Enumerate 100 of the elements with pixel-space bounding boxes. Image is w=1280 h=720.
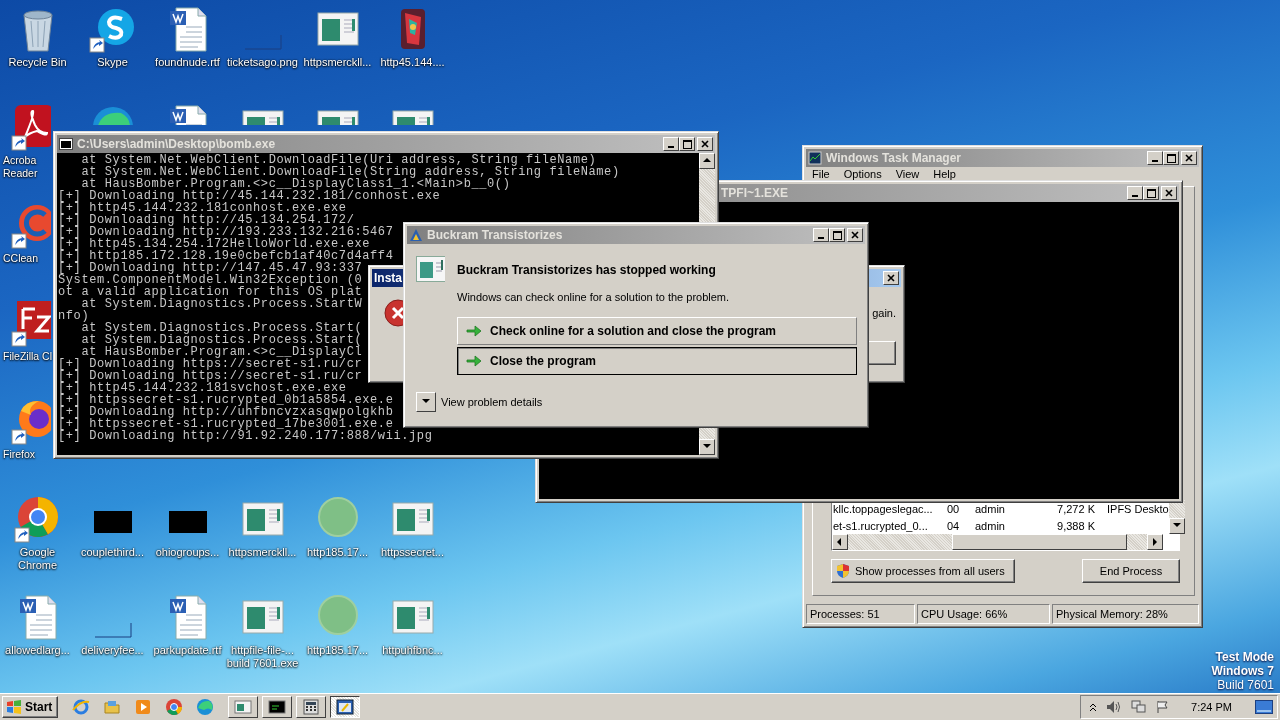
console-line: nfo)	[58, 310, 90, 322]
task-manager-icon	[302, 698, 321, 716]
desktop-icon-label[interactable]: Recycle Bin	[8, 56, 67, 69]
desktop-icon-label[interactable]: Firefox	[0, 448, 36, 461]
right-arrow-icon	[1150, 537, 1160, 547]
desktop-icon-label[interactable]: FileZilla Cl	[0, 350, 52, 363]
menu-item[interactable]: Help	[933, 168, 956, 181]
scroll-up-button[interactable]	[699, 153, 715, 169]
ftp-app-icon[interactable]	[11, 299, 51, 347]
browser-icon[interactable]	[165, 698, 184, 716]
scroll-down-button[interactable]	[699, 439, 715, 455]
console-line: [+] Downloading http://uhfbncvzxasqwpolgkhb	[58, 406, 394, 418]
console-line: [+] http185.172.128.19e0cbefcb1af40c7d4aff4	[58, 250, 394, 262]
console-line: [+] http45.134.254.172HelloWorld.exe.exe	[58, 238, 371, 250]
maximize-button[interactable]	[1143, 186, 1159, 200]
close-icon	[851, 231, 859, 239]
close-icon	[1185, 154, 1193, 162]
table-cell-text: 00	[947, 502, 961, 515]
menu-item[interactable]: Options	[843, 168, 882, 181]
pdf-reader-icon[interactable]	[11, 103, 51, 151]
minimize-button[interactable]	[663, 137, 679, 151]
console-line: [+] Downloading http://193.233.132.216:5467	[58, 226, 394, 238]
console-line: [+] Downloading http://45.144.232.181/conhost.exe	[58, 190, 441, 202]
menu-item[interactable]: File	[812, 168, 830, 181]
scroll-left-button[interactable]	[832, 534, 848, 550]
chevron-up-icon[interactable]	[1089, 702, 1098, 712]
table-cell-text: kllc.toppageslegac...	[833, 502, 934, 515]
desktop-icon-label[interactable]: Skype	[97, 56, 128, 69]
desktop-icon-label[interactable]: Acroba Reader	[0, 154, 38, 180]
close-icon	[1165, 189, 1173, 197]
speaker-icon[interactable]	[1106, 700, 1123, 714]
horizontal-scrollbar[interactable]	[832, 534, 1163, 550]
console-line: at System.Diagnostics.Process.Start(	[81, 322, 363, 334]
os-watermark-text: Test Mode	[1215, 650, 1274, 664]
console-line: at HausBomber.Program.<>c__DisplayCl	[80, 346, 363, 358]
close-button[interactable]	[1161, 186, 1177, 200]
details-toggle-button[interactable]	[416, 392, 436, 412]
command-link-button[interactable]: Check online for a solution and close the program	[457, 317, 857, 345]
network-icon[interactable]	[1131, 700, 1148, 714]
console-line: [+] Downloading http://147.45.47.93:337	[58, 262, 363, 274]
taskbar-button[interactable]	[330, 696, 361, 718]
maximize-button[interactable]	[679, 137, 695, 151]
app-icon	[409, 228, 423, 242]
maximize-icon	[1166, 153, 1176, 163]
minimize-button[interactable]	[1147, 151, 1163, 165]
app-window-icon	[234, 698, 253, 716]
console-line: [+] httpssecret-s1.rucrypted_17be3001.exe.e	[58, 418, 394, 430]
task-manager-icon	[808, 151, 822, 165]
close-icon	[701, 140, 709, 148]
minimize-button[interactable]	[813, 228, 829, 242]
console-line: [+] Downloading https://secret-s1.ru/cr	[58, 358, 363, 370]
maximize-icon	[832, 230, 842, 240]
shield-icon	[836, 563, 850, 579]
window-title: Buckram Transistorizes	[427, 228, 564, 242]
scroll-right-button[interactable]	[1147, 534, 1163, 550]
desktop-icon-label[interactable]: CClean	[0, 252, 39, 265]
scroll-down-button[interactable]	[1168, 518, 1185, 534]
desktop-icon-label[interactable]: foundnude.rtf	[155, 56, 220, 69]
close-button[interactable]	[847, 228, 863, 242]
maximize-icon	[1146, 188, 1156, 198]
desktop-icon-label[interactable]: httpsmerckll...	[303, 56, 372, 69]
console-line: at System.Net.WebClient.DownloadFile(String address, String fileName)	[80, 166, 620, 178]
console-line: [+] http45.144.232.181conhost.exe.exe	[58, 202, 347, 214]
console-line: at System.Diagnostics.Process.Start(	[80, 334, 363, 346]
end-process-button[interactable]: End Process	[1082, 559, 1180, 583]
clock[interactable]: 7:24 PM	[1191, 701, 1232, 713]
table-cell-text: et-s1.rucrypted_0...	[833, 519, 929, 532]
window-icon	[336, 698, 355, 716]
close-button[interactable]	[883, 271, 899, 285]
os-watermark-text: Build 7601	[1217, 678, 1274, 692]
show-all-processes-button[interactable]: Show processes from all users	[831, 559, 1015, 583]
status-bar-text: CPU Usage: 66%	[917, 604, 1050, 624]
app-window-icon	[416, 256, 445, 282]
minimize-button[interactable]	[1127, 186, 1143, 200]
close-button[interactable]	[1181, 151, 1197, 165]
dialog-message: gain.	[872, 307, 896, 319]
close-button[interactable]	[697, 137, 713, 151]
console-line: [+] Downloading http://91.92.240.177:888/wii.jpg	[58, 430, 433, 442]
console-window-icon	[268, 698, 287, 716]
details-label[interactable]: View problem details	[441, 396, 543, 408]
console-line: [+] http45.144.232.181svchost.exe.exe	[58, 382, 347, 394]
start-button[interactable]: Start	[2, 696, 59, 718]
desktop-icon-label[interactable]: http45.144....	[380, 56, 445, 69]
maximize-button[interactable]	[829, 228, 845, 242]
show-desktop-icon[interactable]	[1255, 700, 1273, 714]
table-cell-text: 04	[947, 519, 961, 532]
window-title: Windows Task Manager	[826, 151, 963, 165]
flag-icon[interactable]	[1156, 700, 1171, 714]
console-line: [+] Downloading https://secret-s1.ru/cr	[58, 370, 363, 382]
console-line: at System.Diagnostics.Process.StartW	[81, 298, 363, 310]
console-line: at HausBomber.Program.<>c__DisplayClass1_1.<Main>b__0()	[80, 178, 511, 190]
scrollbar-thumb[interactable]	[952, 534, 1127, 550]
arrow-icon	[466, 325, 482, 337]
desktop-icon-label[interactable]: ticketsago.png	[227, 56, 298, 69]
command-link-button[interactable]: Close the program	[457, 347, 857, 375]
window-title: C:\Users\admin\Desktop\bomb.exe	[77, 137, 277, 151]
table-cell-text: admin	[975, 519, 1006, 532]
maximize-button[interactable]	[1163, 151, 1179, 165]
menu-item[interactable]: View	[895, 168, 920, 181]
close-icon	[887, 274, 895, 282]
